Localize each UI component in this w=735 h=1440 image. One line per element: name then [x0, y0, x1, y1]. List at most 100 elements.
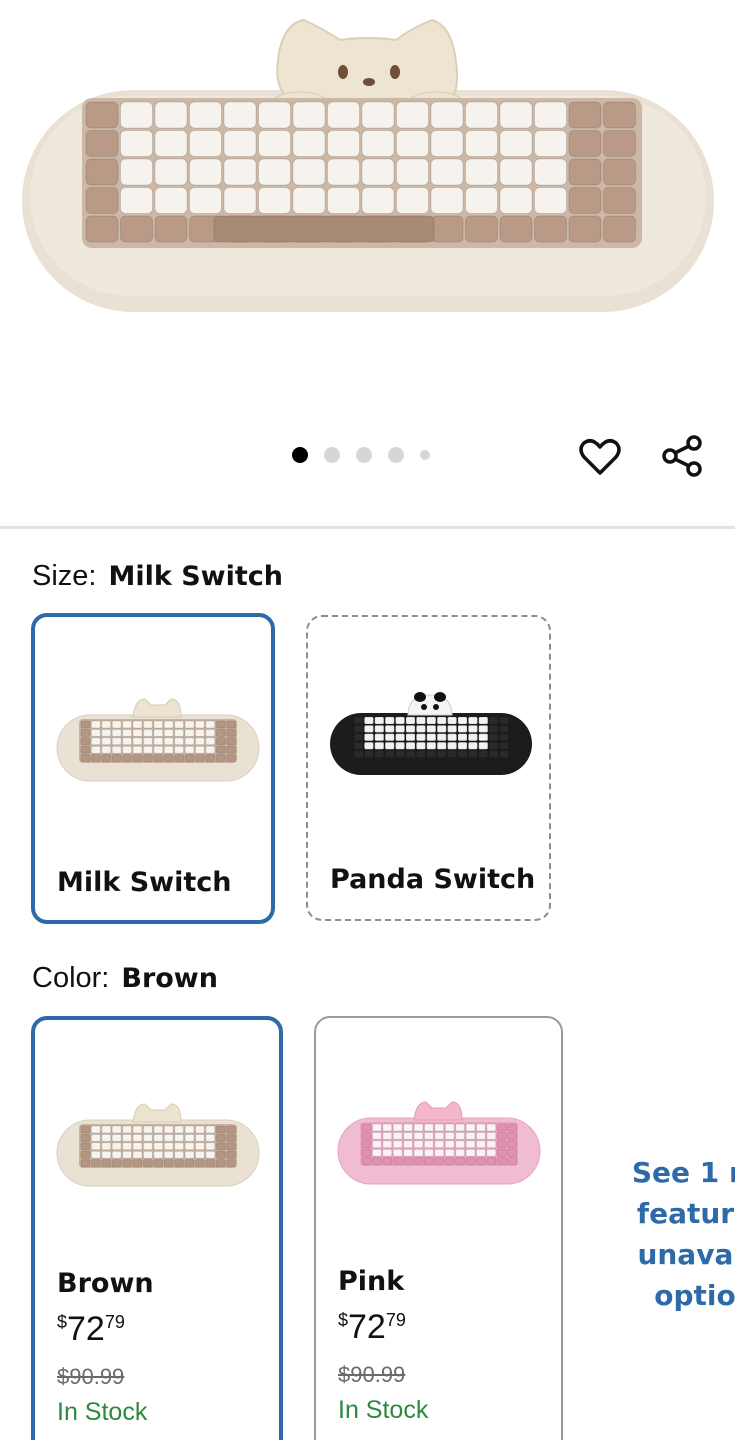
keycap — [292, 187, 326, 214]
keycap — [478, 750, 489, 759]
keycap — [405, 733, 416, 742]
keycap — [174, 1142, 185, 1151]
keycap — [382, 1140, 393, 1149]
keycap — [153, 754, 164, 763]
price-dollars: 72 — [67, 1310, 105, 1348]
size-option-milk-switch[interactable]: Milk Switch — [31, 613, 275, 924]
keycap — [142, 1125, 153, 1134]
keycap — [457, 716, 468, 725]
keycap — [215, 737, 226, 746]
keycap — [153, 720, 164, 729]
keycap — [568, 130, 602, 157]
keycap — [405, 741, 416, 750]
keycap — [163, 745, 174, 754]
color-selected-value: Brown — [121, 963, 218, 994]
keycap — [205, 728, 216, 737]
size-label: Size: Milk Switch — [32, 560, 283, 593]
keycap — [499, 750, 510, 759]
keycap — [80, 745, 91, 754]
keycap — [507, 1148, 518, 1157]
keycap — [496, 1148, 507, 1157]
color-option-name: Brown — [57, 1268, 154, 1299]
keycap — [465, 1157, 476, 1166]
keycap — [436, 741, 447, 750]
keycap — [194, 737, 205, 746]
keycap — [603, 101, 636, 129]
keycap — [353, 750, 364, 759]
keycap — [361, 187, 395, 214]
carousel-dot[interactable] — [356, 447, 372, 463]
keycap — [215, 1150, 226, 1159]
keycap — [392, 1131, 403, 1140]
keycap — [405, 750, 416, 759]
keycap — [226, 1142, 237, 1151]
keycap — [374, 733, 385, 742]
keycap — [111, 1142, 122, 1151]
carousel-dots[interactable] — [292, 447, 430, 463]
keycap — [475, 1123, 486, 1132]
keycap — [90, 1125, 101, 1134]
keycap — [258, 158, 291, 186]
keycap — [444, 1157, 455, 1166]
size-option-panda-switch[interactable]: Panda Switch — [306, 615, 551, 921]
keycap — [444, 1131, 455, 1140]
keycap — [184, 1125, 195, 1134]
product-hero-image[interactable] — [0, 0, 735, 420]
keycap — [90, 1150, 101, 1159]
keycap — [184, 1159, 195, 1168]
color-option-brown[interactable]: Brown $7279 $90.99 In Stock — [31, 1016, 283, 1440]
keycap — [396, 187, 429, 214]
see-more-unavailable-link[interactable]: See 1 m feature unavail optio — [625, 1152, 735, 1316]
keycap — [174, 1159, 185, 1168]
keycap — [395, 716, 406, 725]
brown-keys — [80, 1125, 237, 1168]
keycap — [374, 750, 385, 759]
keycap — [226, 1150, 237, 1159]
keycap — [534, 158, 567, 186]
keycap — [142, 737, 153, 746]
keycap — [371, 1157, 382, 1166]
color-option-pink[interactable]: Pink $7279 $90.99 In Stock — [314, 1016, 563, 1440]
keycap — [132, 1133, 143, 1142]
keycap — [426, 741, 437, 750]
carousel-dot[interactable] — [420, 450, 430, 460]
keycap — [194, 745, 205, 754]
favorite-button[interactable] — [578, 435, 622, 479]
size-option-name: Milk Switch — [57, 867, 232, 898]
keycap — [496, 1140, 507, 1149]
price-dollars: 72 — [348, 1308, 386, 1346]
keycap — [80, 1125, 91, 1134]
keycap — [174, 1133, 185, 1142]
keycap — [457, 750, 468, 759]
keycap — [194, 1125, 205, 1134]
keycap — [132, 737, 143, 746]
keycap — [85, 158, 119, 186]
keycap — [292, 101, 326, 129]
keycap — [184, 1133, 195, 1142]
keycap — [488, 716, 499, 725]
keycap — [258, 130, 291, 157]
keycap — [447, 724, 458, 733]
keycap — [488, 750, 499, 759]
carousel-dot[interactable] — [292, 447, 308, 463]
keycap — [215, 754, 226, 763]
keycap — [80, 754, 91, 763]
keycap — [163, 1150, 174, 1159]
keycap — [384, 750, 395, 759]
share-button[interactable] — [660, 433, 706, 479]
keycap — [111, 754, 122, 763]
keycap — [384, 741, 395, 750]
keycap — [507, 1123, 518, 1132]
carousel-dot[interactable] — [324, 447, 340, 463]
keycap — [174, 1150, 185, 1159]
keycap — [194, 1159, 205, 1168]
keycap — [184, 737, 195, 746]
keycap — [80, 1133, 91, 1142]
keycap — [132, 1125, 143, 1134]
keycap — [403, 1157, 414, 1166]
keycap — [194, 1150, 205, 1159]
keycap — [499, 215, 533, 243]
keycap — [101, 1133, 112, 1142]
keycap — [434, 1131, 445, 1140]
carousel-dot[interactable] — [388, 447, 404, 463]
